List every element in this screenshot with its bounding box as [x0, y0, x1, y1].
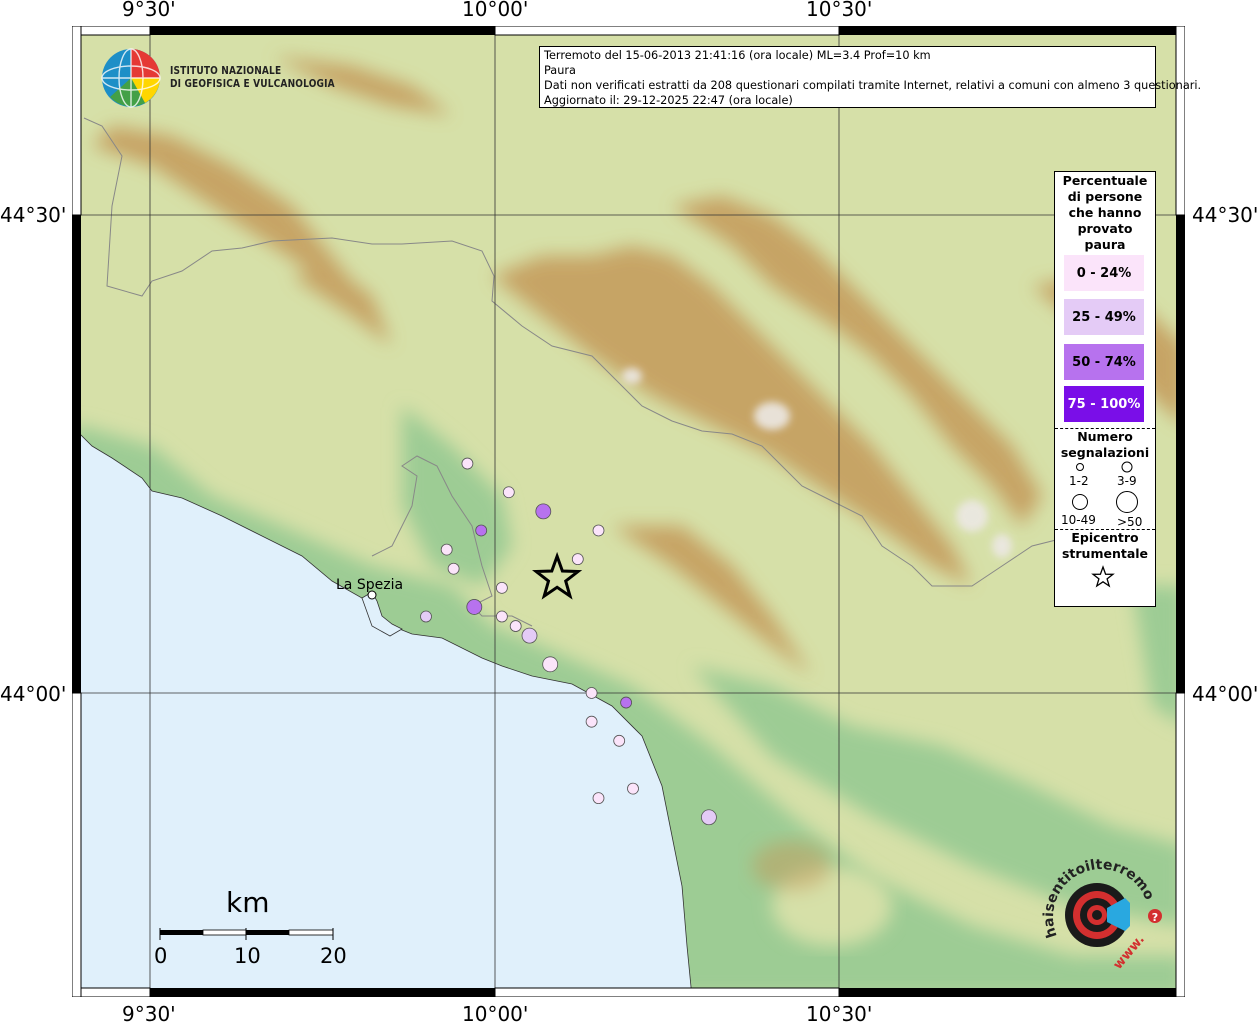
- city-label-la-spezia: La Spezia: [336, 577, 404, 593]
- legend-class-1-label: 25 - 49%: [1072, 309, 1136, 325]
- legend-title: Percentuale di persone che hanno provato…: [1062, 173, 1148, 252]
- scale-bar: [159, 928, 334, 940]
- lon-label-top-3: 10°30': [806, 0, 873, 21]
- legend-size-symbols: [1072, 461, 1138, 513]
- ingv-globe-icon: [101, 48, 161, 108]
- event-info-line1: Terremoto del 15-06-2013 21:41:16 (ora l…: [544, 49, 931, 62]
- report-point-3[interactable]: [475, 524, 488, 537]
- lat-label-right-1: 44°30': [1192, 203, 1257, 227]
- lon-label-top-1: 9°30': [122, 0, 176, 21]
- legend-epicenter-title: Epicentro strumentale: [1061, 530, 1149, 561]
- report-point-2[interactable]: [535, 503, 552, 520]
- legend-class-0-label: 0 - 24%: [1076, 265, 1132, 281]
- ingv-logo[interactable]: [100, 47, 162, 109]
- legend-size-3-9: 3-9: [1117, 474, 1137, 488]
- report-point-16[interactable]: [620, 696, 632, 709]
- relief-map[interactable]: [72, 26, 1185, 997]
- lon-label-bottom-2: 10°00': [462, 1002, 529, 1026]
- haisentito-logo[interactable]: ? haisentitoilterremoto.it www.: [1035, 858, 1165, 978]
- report-point-18[interactable]: [613, 734, 626, 747]
- lon-label-bottom-3: 10°30': [806, 1002, 873, 1026]
- ingv-logo-line2: DI GEOFISICA E VULCANOLOGIA: [170, 77, 335, 90]
- scale-unit: km: [226, 886, 270, 919]
- legend-class-2: 50 - 74%: [1064, 344, 1144, 380]
- report-point-7[interactable]: [447, 562, 460, 575]
- report-point-19[interactable]: [627, 782, 639, 795]
- report-point-11[interactable]: [495, 610, 508, 623]
- lon-label-top-2: 10°00': [462, 0, 529, 21]
- report-point-21[interactable]: [701, 809, 717, 826]
- legend-class-3: 75 - 100%: [1064, 386, 1144, 422]
- report-point-1[interactable]: [502, 486, 515, 499]
- event-info-line3: Dati non verificati estratti da 208 ques…: [544, 79, 1202, 92]
- legend-class-3-label: 75 - 100%: [1067, 396, 1141, 412]
- legend-count-title: Numero segnalazioni: [1060, 429, 1150, 460]
- legend-star-icon: [1091, 565, 1115, 588]
- legend: Percentuale di persone che hanno provato…: [1054, 171, 1156, 607]
- legend-class-1: 25 - 49%: [1064, 299, 1144, 335]
- report-point-0[interactable]: [461, 457, 474, 470]
- haisentito-question-mark: ?: [1152, 911, 1158, 924]
- legend-size-50: >50: [1117, 515, 1143, 529]
- report-point-12[interactable]: [509, 620, 522, 632]
- lon-label-bottom-1: 9°30': [122, 1002, 176, 1026]
- report-point-9[interactable]: [466, 599, 483, 615]
- report-point-8[interactable]: [495, 581, 508, 594]
- report-point-20[interactable]: [592, 792, 605, 805]
- report-point-14[interactable]: [542, 656, 559, 673]
- scale-tick-20: 20: [320, 944, 347, 968]
- legend-size-10-49: 10-49: [1061, 513, 1096, 527]
- ingv-logo-line1: ISTITUTO NAZIONALE: [170, 64, 282, 77]
- scale-tick-0: 0: [154, 944, 168, 968]
- event-info-line4: Aggiornato il: 29-12-2025 22:47 (ora loc…: [544, 94, 793, 107]
- report-point-5[interactable]: [440, 543, 453, 556]
- event-info-line2: Paura: [544, 64, 576, 77]
- report-point-4[interactable]: [592, 524, 605, 537]
- report-point-17[interactable]: [585, 715, 598, 728]
- map-frame[interactable]: [72, 26, 1185, 997]
- ingv-logo-text: ISTITUTO NAZIONALE DI GEOFISICA E VULCAN…: [170, 64, 335, 90]
- scale-tick-10: 10: [234, 944, 261, 968]
- report-point-13[interactable]: [521, 627, 538, 644]
- lat-label-left-2: 44°00': [0, 682, 67, 706]
- legend-class-0: 0 - 24%: [1064, 255, 1144, 291]
- legend-class-2-label: 50 - 74%: [1072, 354, 1136, 370]
- lat-label-left-1: 44°30': [0, 203, 67, 227]
- event-info-box: Terremoto del 15-06-2013 21:41:16 (ora l…: [539, 46, 1202, 108]
- report-point-10[interactable]: [420, 610, 432, 623]
- lat-label-right-2: 44°00': [1192, 682, 1257, 706]
- report-point-15[interactable]: [585, 687, 598, 699]
- legend-size-1-2: 1-2: [1069, 474, 1089, 488]
- report-point-6[interactable]: [571, 553, 584, 566]
